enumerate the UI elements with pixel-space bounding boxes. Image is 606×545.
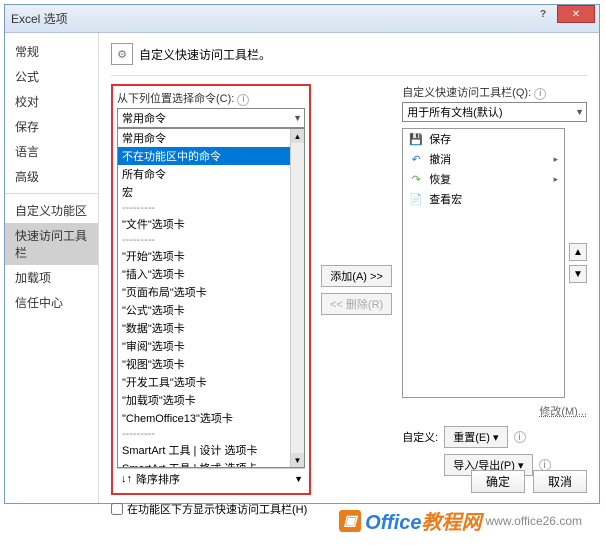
remove-button[interactable]: << 删除(R) bbox=[321, 293, 392, 315]
list-item[interactable]: SmartArt 工具 | 格式 选项卡 bbox=[118, 459, 304, 468]
sort-row[interactable]: ↓↑ 降序排序 ▼ bbox=[117, 468, 305, 489]
qat-header-icon: ⚙ bbox=[111, 43, 133, 65]
show-below-ribbon-label: 在功能区下方显示快速访问工具栏(H) bbox=[127, 501, 307, 517]
qat-item-label: 查看宏 bbox=[429, 191, 462, 207]
qat-item-label: 保存 bbox=[429, 131, 451, 147]
list-item[interactable]: --------- bbox=[118, 427, 304, 441]
commands-source-panel: 从下列位置选择命令(C): i 常用命令 ▼ 常用命令不在功能区中的命令所有命令… bbox=[111, 84, 311, 495]
reset-button[interactable]: 重置(E) ▾ bbox=[444, 426, 507, 448]
move-down-button[interactable]: ▼ bbox=[569, 265, 587, 283]
list-item[interactable]: "ChemOffice13"选项卡 bbox=[118, 409, 304, 427]
help-button[interactable]: ? bbox=[531, 5, 555, 23]
transfer-buttons: 添加(A) >> << 删除(R) bbox=[321, 84, 392, 495]
qat-target-panel: 自定义快速访问工具栏(Q): i 用于所有文档(默认) ▼ 💾 保存 ↶ 撤消 ▸ ↷ 恢复… bbox=[402, 84, 587, 495]
show-below-ribbon-checkbox[interactable] bbox=[111, 503, 123, 515]
list-item[interactable]: "开始"选项卡 bbox=[118, 247, 304, 265]
list-item[interactable]: "数据"选项卡 bbox=[118, 319, 304, 337]
list-item[interactable]: "加载项"选项卡 bbox=[118, 391, 304, 409]
dropdown-arrow-icon: ▸ bbox=[553, 174, 558, 185]
qat-scope-value: 用于所有文档(默认) bbox=[407, 104, 502, 120]
chevron-down-icon: ▼ bbox=[575, 107, 584, 117]
header-title: 自定义快速访问工具栏。 bbox=[139, 46, 271, 63]
list-item[interactable]: 常用命令 bbox=[118, 129, 304, 147]
commands-listbox[interactable]: 常用命令不在功能区中的命令所有命令宏---------"文件"选项卡------… bbox=[117, 128, 305, 468]
window-title: Excel 选项 bbox=[11, 10, 68, 27]
list-item[interactable]: 宏 bbox=[118, 183, 304, 201]
info-icon[interactable]: i bbox=[237, 94, 249, 106]
list-item[interactable]: --------- bbox=[118, 201, 304, 215]
chevron-down-icon: ▼ bbox=[293, 113, 302, 123]
list-item[interactable]: SmartArt 工具 | 设计 选项卡 bbox=[118, 441, 304, 459]
qat-scope-combo[interactable]: 用于所有文档(默认) ▼ bbox=[402, 102, 587, 122]
list-item[interactable]: "插入"选项卡 bbox=[118, 265, 304, 283]
qat-label: 自定义快速访问工具栏(Q): bbox=[402, 87, 531, 99]
list-item[interactable]: 不在功能区中的命令 bbox=[118, 147, 304, 165]
list-item[interactable]: --------- bbox=[118, 233, 304, 247]
choose-from-combo[interactable]: 常用命令 ▼ bbox=[117, 108, 305, 128]
customize-label: 自定义: bbox=[402, 429, 438, 445]
watermark-url: www.office26.com bbox=[486, 514, 583, 528]
command-icon: 💾 bbox=[409, 132, 423, 146]
sidebar-item-qat[interactable]: 快速访问工具栏 bbox=[5, 223, 98, 265]
list-item[interactable]: "视图"选项卡 bbox=[118, 355, 304, 373]
move-up-button[interactable]: ▲ bbox=[569, 243, 587, 261]
qat-item[interactable]: 💾 保存 bbox=[403, 129, 564, 149]
qat-item[interactable]: 📄 查看宏 bbox=[403, 189, 564, 209]
qat-item[interactable]: ↶ 撤消 ▸ bbox=[403, 149, 564, 169]
sort-down-icon: ↓↑ bbox=[121, 473, 132, 485]
cancel-button[interactable]: 取消 bbox=[533, 470, 587, 493]
qat-item[interactable]: ↷ 恢复 ▸ bbox=[403, 169, 564, 189]
dropdown-arrow-icon: ▸ bbox=[553, 154, 558, 165]
excel-options-dialog: Excel 选项 ? ✕ 常规 公式 校对 保存 语言 高级 自定义功能区 快速… bbox=[4, 4, 600, 504]
scroll-up-icon[interactable]: ▲ bbox=[291, 129, 305, 143]
sidebar-divider bbox=[5, 193, 98, 194]
qat-item-label: 恢复 bbox=[429, 171, 451, 187]
main-panel: ⚙ 自定义快速访问工具栏。 从下列位置选择命令(C): i 常用命令 ▼ 常用命… bbox=[99, 33, 599, 503]
sidebar-item-customize-ribbon[interactable]: 自定义功能区 bbox=[5, 198, 98, 223]
watermark-icon: ▣ bbox=[339, 510, 361, 532]
list-item[interactable]: "审阅"选项卡 bbox=[118, 337, 304, 355]
sidebar: 常规 公式 校对 保存 语言 高级 自定义功能区 快速访问工具栏 加载项 信任中… bbox=[5, 33, 99, 503]
command-icon: 📄 bbox=[409, 192, 423, 206]
sidebar-item-addins[interactable]: 加载项 bbox=[5, 265, 98, 290]
sidebar-item-general[interactable]: 常规 bbox=[5, 39, 98, 64]
titlebar: Excel 选项 ? ✕ bbox=[5, 5, 599, 33]
window-controls: ? ✕ bbox=[529, 5, 595, 23]
scrollbar[interactable]: ▲ ▼ bbox=[290, 129, 304, 467]
qat-item-label: 撤消 bbox=[429, 151, 451, 167]
sidebar-item-save[interactable]: 保存 bbox=[5, 114, 98, 139]
watermark: ▣ Office教程网 www.office26.com bbox=[339, 506, 582, 535]
sidebar-item-formulas[interactable]: 公式 bbox=[5, 64, 98, 89]
reorder-buttons: ▲ ▼ bbox=[569, 128, 587, 398]
choose-from-label: 从下列位置选择命令(C): bbox=[117, 93, 234, 105]
qat-list[interactable]: 💾 保存 ↶ 撤消 ▸ ↷ 恢复 ▸ 📄 查看宏 bbox=[402, 128, 565, 398]
close-button[interactable]: ✕ bbox=[557, 5, 595, 23]
sidebar-item-advanced[interactable]: 高级 bbox=[5, 164, 98, 189]
sidebar-item-proofing[interactable]: 校对 bbox=[5, 89, 98, 114]
modify-link[interactable]: 修改(M)... bbox=[539, 406, 587, 418]
list-item[interactable]: 所有命令 bbox=[118, 165, 304, 183]
info-icon[interactable]: i bbox=[514, 431, 526, 443]
info-icon[interactable]: i bbox=[534, 88, 546, 100]
choose-from-value: 常用命令 bbox=[122, 110, 166, 126]
scroll-down-icon[interactable]: ▼ bbox=[291, 453, 305, 467]
sidebar-item-trust-center[interactable]: 信任中心 bbox=[5, 290, 98, 315]
sort-label: 降序排序 bbox=[136, 471, 180, 487]
list-item[interactable]: "文件"选项卡 bbox=[118, 215, 304, 233]
ok-button[interactable]: 确定 bbox=[471, 470, 525, 493]
command-icon: ↶ bbox=[409, 152, 423, 166]
command-icon: ↷ bbox=[409, 172, 423, 186]
list-item[interactable]: "开发工具"选项卡 bbox=[118, 373, 304, 391]
sidebar-item-language[interactable]: 语言 bbox=[5, 139, 98, 164]
chevron-down-icon: ▼ bbox=[294, 474, 303, 484]
list-item[interactable]: "页面布局"选项卡 bbox=[118, 283, 304, 301]
list-item[interactable]: "公式"选项卡 bbox=[118, 301, 304, 319]
add-button[interactable]: 添加(A) >> bbox=[321, 265, 392, 287]
